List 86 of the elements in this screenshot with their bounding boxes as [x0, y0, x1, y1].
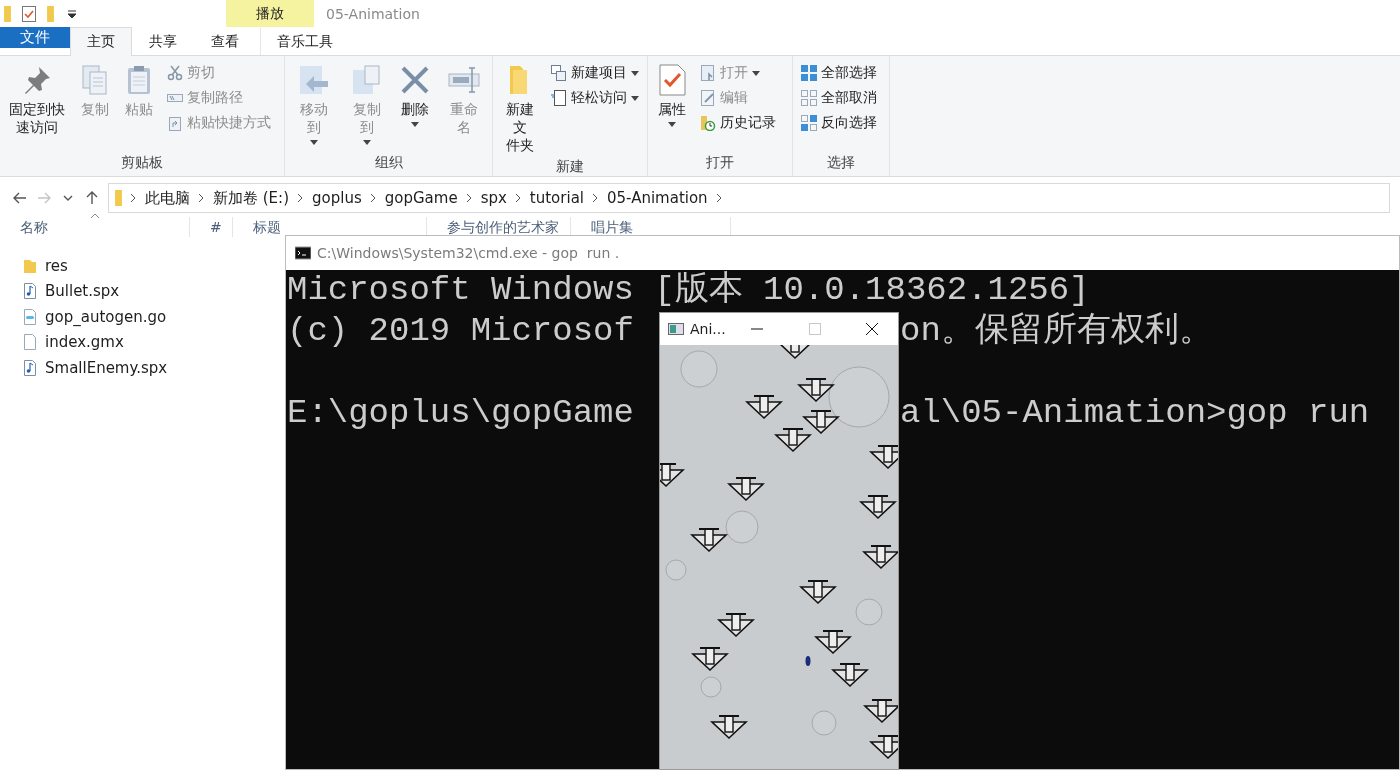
grid-icon: [801, 65, 817, 81]
file-name[interactable]: index.gmx: [45, 333, 124, 352]
folder-icon: [115, 190, 122, 206]
breadcrumb-item[interactable]: goplus: [312, 189, 362, 207]
empty-grid-icon: [801, 90, 817, 106]
pencil-document-icon: [700, 90, 716, 106]
ribbon-button[interactable]: 全部选择: [799, 62, 879, 84]
chevron-icon[interactable]: [514, 193, 522, 203]
ribbon-tab[interactable]: 共享: [132, 27, 194, 55]
folder-icon: [22, 257, 38, 274]
chevron-icon[interactable]: [465, 193, 473, 203]
checkmark-document-icon[interactable]: [21, 5, 37, 22]
chevron-icon[interactable]: [198, 193, 205, 203]
caret-icon: [411, 122, 419, 127]
breadcrumb-item[interactable]: gopGame: [384, 189, 458, 207]
ribbon-button[interactable]: 反向选择: [799, 112, 879, 134]
breadcrumb-item[interactable]: spx: [480, 189, 507, 207]
chevron-icon[interactable]: [130, 193, 137, 203]
ribbon-button[interactable]: 新建文件夹: [499, 60, 541, 158]
caret-icon: [309, 140, 318, 145]
ribbon-group-label: 选择: [826, 154, 856, 172]
window-title: 05-Animation: [325, 4, 420, 24]
new-item-icon: [551, 65, 567, 81]
ribbon-button[interactable]: 历史记录: [698, 112, 778, 134]
ribbon-button[interactable]: 固定到快速访问: [6, 60, 69, 154]
address-bar[interactable]: 此电脑 新加卷 (E:) goplus gopGame spx tutorial 05-Animation: [108, 183, 1390, 213]
column-header[interactable]: 名称: [0, 217, 190, 237]
ribbon-group-label: 新建: [555, 158, 585, 176]
caret-icon: [668, 122, 676, 127]
file-icon: [22, 334, 38, 351]
checkmark-document-icon: [656, 64, 688, 96]
console-text: E:\goplus\gopGame: [287, 393, 634, 434]
rename-icon: [447, 64, 480, 96]
breadcrumb-item[interactable]: 此电脑: [145, 188, 190, 208]
scissors-icon: [166, 65, 183, 81]
music-file-icon: [22, 359, 38, 376]
breadcrumb-item[interactable]: tutorial: [529, 189, 584, 207]
terminal-icon: [295, 245, 311, 261]
file-name[interactable]: gop_autogen.go: [45, 307, 167, 326]
close-icon[interactable]: [866, 323, 879, 335]
code-file-icon: [22, 308, 38, 325]
cross-icon: [399, 64, 431, 96]
caret-icon: [631, 70, 639, 76]
file-name[interactable]: res: [45, 256, 68, 275]
ribbon-button[interactable]: 属性: [654, 60, 690, 154]
caret-icon: [752, 70, 760, 76]
open-icon: [700, 65, 716, 81]
file-name[interactable]: SmallEnemy.spx: [45, 358, 168, 377]
console-text: Microsoft Windows [版本 10.0.18362.1256]: [287, 270, 1090, 311]
chevron-icon[interactable]: [715, 193, 723, 203]
window-title: C:\Windows\System32\cmd.exe - gop run .: [317, 245, 620, 261]
ribbon-tab[interactable]: 查看: [194, 27, 256, 55]
clock-folder-icon: [700, 115, 716, 131]
ribbon-button[interactable]: 轻松访问: [549, 87, 641, 109]
ribbon-button[interactable]: 全部取消: [799, 87, 879, 109]
breadcrumb-item[interactable]: 新加卷 (E:): [213, 188, 289, 208]
grid-icon: [801, 115, 817, 131]
ribbon-group-label: 打开: [705, 154, 735, 172]
documents-icon: [350, 64, 383, 96]
breadcrumb-item[interactable]: 05-Animation: [607, 189, 708, 207]
caret-icon: [362, 140, 371, 145]
console-text: (c) 2019 Microsof: [287, 311, 634, 352]
music-file-icon: [22, 283, 38, 300]
chevron-icon[interactable]: [297, 193, 304, 203]
arrow-icon: [297, 64, 330, 96]
window-title: Ani...: [690, 321, 726, 337]
ribbon-tab[interactable]: 主页: [70, 27, 132, 56]
chevron-icon[interactable]: [369, 193, 377, 203]
column-header[interactable]: #: [190, 217, 233, 237]
ribbon-tab[interactable]: 音乐工具: [260, 27, 350, 55]
up-icon[interactable]: [84, 190, 100, 206]
console-text: al\05-Animation>gop run: [900, 393, 1370, 434]
console-text: on。保留所有权利。: [900, 311, 1213, 352]
chevron-icon[interactable]: [592, 193, 599, 203]
contextual-tab-group: 播放: [226, 0, 314, 27]
ribbon-button[interactable]: 删除: [397, 60, 433, 154]
file-name[interactable]: Bullet.spx: [45, 282, 120, 301]
ribbon-group-label: 剪贴板: [120, 154, 164, 172]
app-icon: [668, 321, 684, 337]
caret-icon: [631, 95, 639, 101]
ribbon-button[interactable]: 新建项目: [549, 62, 641, 84]
back-icon[interactable]: [12, 190, 28, 206]
ribbon-group-label: 组织: [373, 154, 404, 172]
document-icon: [551, 90, 567, 106]
ribbon-tab[interactable]: 文件: [0, 27, 70, 48]
shortcut-icon: [166, 115, 183, 131]
